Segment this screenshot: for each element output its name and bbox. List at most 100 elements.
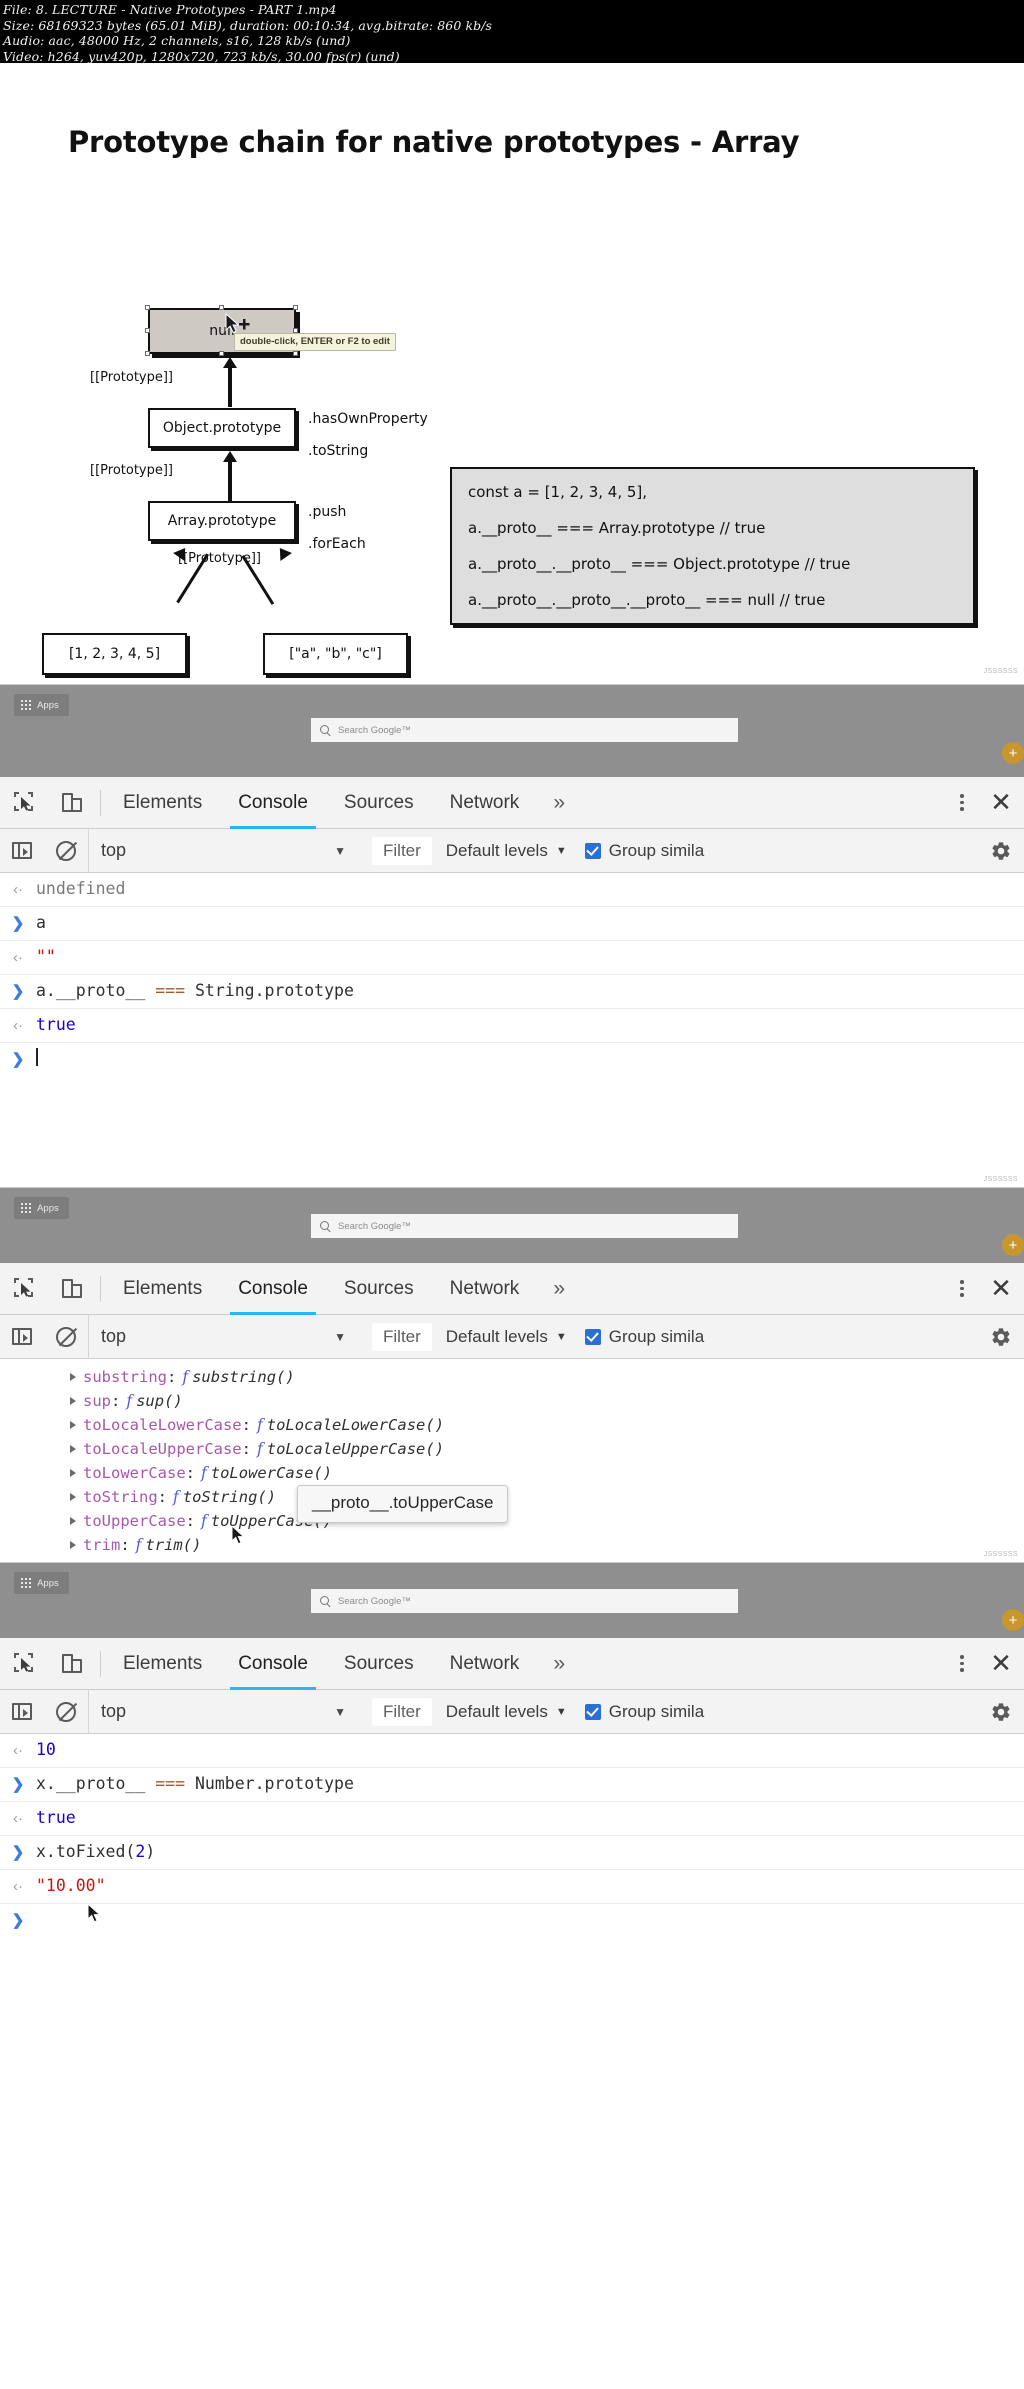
- property-row-touppercase[interactable]: toUpperCase: f toUpperCase(): [0, 1509, 1024, 1533]
- tab-network-1[interactable]: Network: [432, 777, 538, 829]
- log-level-select-3[interactable]: Default levels ▼: [446, 1702, 567, 1722]
- more-tabs-button-2[interactable]: »: [537, 1277, 581, 1301]
- apps-bookmark-3[interactable]: Apps: [14, 1572, 69, 1594]
- console-filter-input-2[interactable]: Filter: [372, 1322, 432, 1351]
- property-row-sup[interactable]: sup: f sup(): [0, 1389, 1024, 1413]
- tab-sources-1[interactable]: Sources: [326, 777, 432, 829]
- apps-grid-icon: [21, 699, 32, 711]
- property-value: trim(): [145, 1536, 202, 1554]
- console-row-input-tofixed[interactable]: ❯ x.toFixed(2): [0, 1836, 1024, 1870]
- group-similar-checkbox-1[interactable]: Group simila: [584, 841, 704, 861]
- execution-context-select-2[interactable]: top ▼: [88, 1314, 358, 1359]
- devtools-menu-button-1[interactable]: [940, 777, 984, 829]
- tab-console-3[interactable]: Console: [220, 1638, 326, 1690]
- console-settings-button-3[interactable]: [978, 1690, 1024, 1734]
- search-input-3[interactable]: Search Google™: [311, 1589, 738, 1613]
- tab-sources-3[interactable]: Sources: [326, 1638, 432, 1690]
- expand-triangle-icon[interactable]: [70, 1517, 76, 1525]
- console-sidebar-toggle-3[interactable]: [0, 1690, 44, 1734]
- console-row-input-proto-number[interactable]: ❯ x.__proto__ === Number.prototype: [0, 1768, 1024, 1802]
- console-row-empty-string[interactable]: ‹· "": [0, 941, 1024, 975]
- add-button-1[interactable]: +: [1002, 742, 1024, 764]
- expand-triangle-icon[interactable]: [70, 1469, 76, 1477]
- expand-triangle-icon[interactable]: [70, 1541, 76, 1549]
- devtools-menu-button-2[interactable]: [940, 1263, 984, 1315]
- more-tabs-button-1[interactable]: »: [537, 791, 581, 815]
- selection-handle-tl[interactable]: [145, 305, 150, 310]
- inspect-element-button-3[interactable]: [0, 1638, 48, 1690]
- inspect-element-button-2[interactable]: [0, 1263, 48, 1315]
- close-devtools-button-3[interactable]: ✕: [984, 1638, 1024, 1690]
- diagram-box-array-strings[interactable]: ["a", "b", "c"]: [263, 633, 408, 675]
- function-glyph: f: [173, 1488, 179, 1506]
- console-row-undefined[interactable]: ‹· undefined: [0, 873, 1024, 907]
- clear-console-button-3[interactable]: [44, 1690, 88, 1734]
- search-input-1[interactable]: Search Google™: [311, 718, 738, 742]
- close-devtools-button-1[interactable]: ✕: [984, 777, 1024, 829]
- device-toolbar-button-1[interactable]: [48, 777, 96, 829]
- add-button-2[interactable]: +: [1002, 1234, 1024, 1256]
- console-settings-button-2[interactable]: [978, 1315, 1024, 1359]
- console-filter-input-3[interactable]: Filter: [372, 1697, 432, 1726]
- close-devtools-button-2[interactable]: ✕: [984, 1263, 1024, 1315]
- property-row-tostring[interactable]: toString: f toString(): [0, 1485, 1024, 1509]
- tab-network-3[interactable]: Network: [432, 1638, 538, 1690]
- expand-triangle-icon[interactable]: [70, 1493, 76, 1501]
- console-filter-input-1[interactable]: Filter: [372, 836, 432, 865]
- console-sidebar-toggle-2[interactable]: [0, 1315, 44, 1359]
- group-similar-checkbox-2[interactable]: Group simila: [584, 1327, 704, 1347]
- clear-console-button-2[interactable]: [44, 1315, 88, 1359]
- group-similar-checkbox-3[interactable]: Group simila: [584, 1702, 704, 1722]
- console-row-input-proto-string[interactable]: ❯ a.__proto__ === String.prototype: [0, 975, 1024, 1009]
- expand-triangle-icon[interactable]: [70, 1373, 76, 1381]
- diagram-box-array-numbers[interactable]: [1, 2, 3, 4, 5]: [42, 633, 187, 675]
- expand-triangle-icon[interactable]: [70, 1397, 76, 1405]
- devtools-menu-button-3[interactable]: [940, 1638, 984, 1690]
- console-row-true[interactable]: ‹· true: [0, 1009, 1024, 1043]
- selection-handle-br[interactable]: [293, 351, 298, 356]
- property-row-tolowercase[interactable]: toLowerCase: f toLowerCase(): [0, 1461, 1024, 1485]
- tab-elements-3[interactable]: Elements: [105, 1638, 220, 1690]
- selection-handle-tr[interactable]: [293, 305, 298, 310]
- tab-console-1[interactable]: Console: [220, 777, 326, 829]
- selection-handle-ml[interactable]: [145, 328, 150, 333]
- search-input-2[interactable]: Search Google™: [311, 1214, 738, 1238]
- console-row-ten[interactable]: ‹· 10: [0, 1734, 1024, 1768]
- diagram-box-array-prototype[interactable]: Array.prototype: [148, 501, 296, 541]
- tab-elements-1[interactable]: Elements: [105, 777, 220, 829]
- more-tabs-button-3[interactable]: »: [537, 1652, 581, 1676]
- execution-context-select-1[interactable]: top ▼: [88, 828, 358, 873]
- console-prompt-row-1[interactable]: ❯: [0, 1043, 1024, 1103]
- console-prompt-row-3[interactable]: ❯: [0, 1904, 1024, 1959]
- tab-sources-2[interactable]: Sources: [326, 1263, 432, 1315]
- device-toolbar-button-2[interactable]: [48, 1263, 96, 1315]
- clear-console-button-1[interactable]: [44, 829, 88, 873]
- tab-console-2[interactable]: Console: [220, 1263, 326, 1315]
- property-row-tolocalelowercase[interactable]: toLocaleLowerCase: f toLocaleLowerCase(): [0, 1413, 1024, 1437]
- expand-triangle-icon[interactable]: [70, 1421, 76, 1429]
- add-button-3[interactable]: +: [1002, 1609, 1024, 1631]
- execution-context-select-3[interactable]: top ▼: [88, 1689, 358, 1734]
- log-level-select-2[interactable]: Default levels ▼: [446, 1327, 567, 1347]
- apps-bookmark-2[interactable]: Apps: [14, 1197, 69, 1219]
- selection-handle-tc[interactable]: [219, 305, 224, 310]
- console-settings-button-1[interactable]: [978, 829, 1024, 873]
- property-row-substring[interactable]: substring: f substring(): [0, 1365, 1024, 1389]
- apps-bookmark-1[interactable]: Apps: [14, 694, 69, 716]
- device-toolbar-button-3[interactable]: [48, 1638, 96, 1690]
- inspect-element-button-1[interactable]: [0, 777, 48, 829]
- diagram-box-object-prototype[interactable]: Object.prototype: [148, 408, 296, 448]
- tab-network-2[interactable]: Network: [432, 1263, 538, 1315]
- property-row-tolocaleuppercase[interactable]: toLocaleUpperCase: f toLocaleUpperCase(): [0, 1437, 1024, 1461]
- selection-handle-bc[interactable]: [219, 351, 224, 356]
- console-row-true-3[interactable]: ‹· true: [0, 1802, 1024, 1836]
- tab-elements-2[interactable]: Elements: [105, 1263, 220, 1315]
- log-level-select-1[interactable]: Default levels ▼: [446, 841, 567, 861]
- console-sidebar-toggle-1[interactable]: [0, 829, 44, 873]
- diagram-box-array-strings-label: ["a", "b", "c"]: [289, 646, 382, 662]
- console-row-tofixed-result[interactable]: ‹· "10.00": [0, 1870, 1024, 1904]
- property-row-trim[interactable]: trim: f trim(): [0, 1533, 1024, 1557]
- selection-handle-bl[interactable]: [145, 351, 150, 356]
- expand-triangle-icon[interactable]: [70, 1445, 76, 1453]
- console-row-input-a[interactable]: ❯ a: [0, 907, 1024, 941]
